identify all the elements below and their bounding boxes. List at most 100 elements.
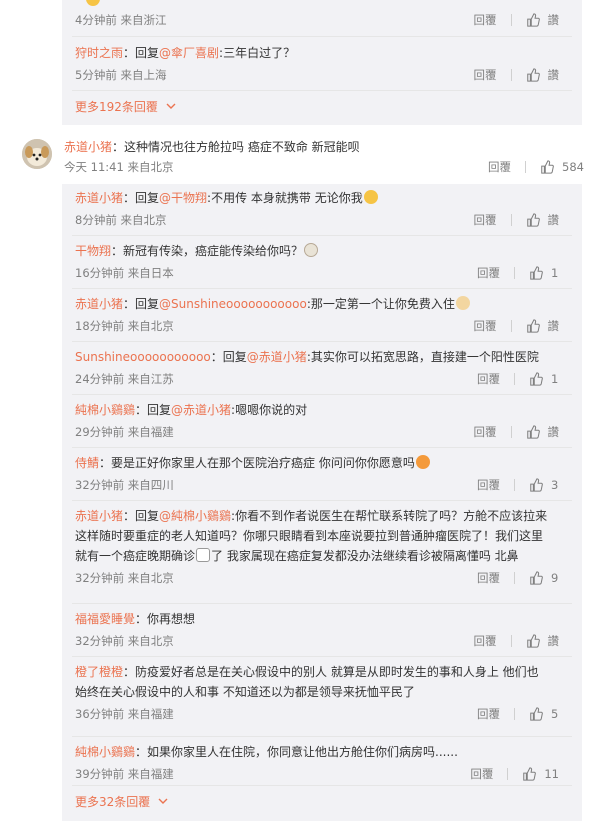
reply-button[interactable]: 回覆 [474, 65, 497, 85]
reply-content: 狩时之雨：回复@傘厂喜剧:三年白过了？ [75, 43, 569, 63]
reply-button[interactable]: 回覆 [477, 369, 500, 389]
like-count[interactable]: 3 [551, 475, 559, 495]
reply-actions: 回覆 讚 [474, 631, 560, 651]
thumbs-up-icon[interactable] [526, 634, 540, 648]
reply-content: 赤道小猪：回复@干物翔:不用传 本身就携带 无论你我 [75, 188, 569, 208]
thumbs-up-icon[interactable] [529, 266, 543, 280]
thumbs-up-icon[interactable] [526, 319, 540, 333]
reply-username[interactable]: 侍鯖 [75, 456, 99, 470]
divider [72, 603, 572, 604]
reply-timestamp: 32分钟前 来自四川 [75, 478, 174, 492]
main-comment: 赤道小猪：这种情况也往方舱拉吗 癌症不致命 新冠能呗 今天 11:41 来自北京… [0, 136, 598, 182]
thumbs-up-icon[interactable] [529, 372, 543, 386]
more-replies-link[interactable]: 更多32条回覆 [75, 793, 168, 810]
divider [514, 373, 515, 385]
mention-link[interactable]: @干物翔 [159, 191, 207, 205]
reply-actions: 回覆 3 [477, 475, 559, 495]
reply-button[interactable]: 回覆 [474, 10, 497, 30]
thumbs-up-icon[interactable] [529, 707, 543, 721]
reply-username[interactable]: 福福愛睡覺 [75, 612, 135, 626]
reply-username[interactable]: 純棉小鷄鷄 [75, 745, 135, 759]
like-count[interactable]: 讚 [548, 316, 560, 336]
reply-meta: 8分钟前 来自北京 回覆 讚 [75, 210, 569, 230]
avatar[interactable] [22, 139, 52, 169]
thumbs-up-icon[interactable] [526, 425, 540, 439]
reply-username[interactable]: Sunshineooooooooooo [75, 350, 211, 364]
thumbs-up-icon[interactable] [529, 571, 543, 585]
mention-link[interactable]: @純棉小鷄鷄 [159, 509, 231, 523]
divider [510, 426, 512, 438]
thumbs-up-icon[interactable] [522, 767, 537, 781]
reply-content: 橙了橙橙：防疫爱好者总是在关心假设中的别人 就算是从即时发生的事和人身上 他们也… [75, 662, 569, 702]
reply-button[interactable]: 回覆 [477, 568, 500, 588]
like-count[interactable]: 584 [562, 157, 584, 177]
reply-content: 侍鯖：要是正好你家里人在那个医院治疗癌症 你问问你你愿意吗 [75, 453, 569, 473]
reply-username[interactable]: 赤道小猪 [75, 297, 123, 311]
like-label[interactable]: 讚 [548, 65, 560, 85]
reply-meta: 32分钟前 来自北京 回覆 9 [75, 568, 569, 588]
comment-username[interactable]: 赤道小猪 [64, 140, 112, 154]
thumbs-up-icon[interactable] [540, 160, 554, 174]
reply-content: 福福愛睡覺：你再想想 [75, 609, 569, 629]
reply-username[interactable]: 干物翔 [75, 244, 111, 258]
reply-timestamp: 29分钟前 来自福建 [75, 425, 174, 439]
emoji-icon [196, 548, 211, 562]
mention-link[interactable]: @Sunshineooooooooooo [159, 297, 307, 311]
reply-timestamp: 32分钟前 来自北京 [75, 571, 174, 585]
thumbs-up-icon[interactable] [526, 13, 540, 27]
reply-button[interactable]: 回覆 [477, 704, 500, 724]
reply-actions: 回覆 5 [477, 704, 559, 724]
like-count[interactable]: 1 [551, 369, 559, 389]
reply-username[interactable]: 狩时之雨 [75, 46, 123, 60]
reply-button[interactable]: 回覆 [488, 157, 511, 177]
reply-content: 純棉小鷄鷄：如果你家里人在住院，你同意让他出方舱住你们病房吗...... [75, 742, 569, 762]
mention-link[interactable]: @赤道小猪 [247, 350, 307, 364]
reply-item: 侍鯖：要是正好你家里人在那个医院治疗癌症 你问问你你愿意吗 32分钟前 来自四川 回… [62, 453, 582, 495]
reply-button[interactable]: 回覆 [477, 475, 500, 495]
reply-timestamp: 36分钟前 来自福建 [75, 707, 174, 721]
reply-prefix: ：回复 [123, 191, 160, 205]
reply-button[interactable]: 回覆 [474, 210, 497, 230]
comment-timestamp: 今天 11:41 来自北京 [64, 160, 174, 174]
reply-actions: 回覆 1 [477, 369, 559, 389]
reply-meta: 36分钟前 来自福建 回覆 5 [75, 704, 569, 724]
reply-button[interactable]: 回覆 [470, 764, 493, 784]
reply-meta: 18分钟前 来自北京 回覆 讚 [75, 316, 569, 336]
thumbs-up-icon[interactable] [526, 68, 540, 82]
reply-actions: 回覆 1 [477, 263, 559, 283]
divider [514, 479, 515, 491]
like-count[interactable]: 1 [551, 263, 559, 283]
reply-username[interactable]: 橙了橙橙 [75, 665, 123, 679]
more-replies-link[interactable]: 更多192条回覆 [75, 98, 176, 115]
mention-link[interactable]: @赤道小猪 [171, 403, 231, 417]
reply-item: 干物翔：新冠有传染，癌症能传染给你吗？ 16分钟前 来自日本 回覆 1 [62, 241, 582, 283]
more-replies-label: 更多192条回覆 [75, 100, 158, 114]
like-count[interactable]: 讚 [548, 210, 560, 230]
like-count[interactable]: 讚 [548, 631, 560, 651]
reply-username[interactable]: 赤道小猪 [75, 509, 123, 523]
like-label[interactable]: 讚 [548, 10, 560, 30]
divider [514, 708, 515, 720]
mention-link[interactable]: @傘厂喜剧 [159, 46, 219, 60]
thumbs-up-icon[interactable] [529, 478, 543, 492]
reply-username[interactable]: 純棉小鷄鷄 [75, 403, 135, 417]
reply-timestamp: 32分钟前 来自北京 [75, 634, 174, 648]
reply-content: 純棉小鷄鷄：回复@赤道小猪:嗯嗯你说的对 [75, 400, 569, 420]
thumbs-up-icon[interactable] [526, 213, 540, 227]
reply-button[interactable]: 回覆 [474, 422, 497, 442]
reply-item: 赤道小猪：回复@純棉小鷄鷄:你看不到作者说医生在帮忙联系转院了吗？方舱不应该拉来… [62, 506, 582, 588]
reply-button[interactable]: 回覆 [477, 263, 500, 283]
reply-button[interactable]: 回覆 [474, 316, 497, 336]
like-count[interactable]: 讚 [548, 422, 560, 442]
reply-meta: 32分钟前 来自四川 回覆 3 [75, 475, 569, 495]
reply-actions: 回覆 讚 [474, 10, 560, 30]
reply-actions: 回覆 11 [470, 764, 559, 784]
reply-username[interactable]: 赤道小猪 [75, 191, 123, 205]
reply-actions: 回覆 9 [477, 568, 559, 588]
reply-button[interactable]: 回覆 [474, 631, 497, 651]
reply-content: 干物翔：新冠有传染，癌症能传染给你吗？ [75, 241, 569, 261]
replies-panel: 赤道小猪：回复@干物翔:不用传 本身就携带 无论你我 8分钟前 来自北京 回覆讚干物… [62, 184, 582, 821]
like-count[interactable]: 9 [551, 568, 559, 588]
like-count[interactable]: 11 [544, 764, 559, 784]
like-count[interactable]: 5 [551, 704, 559, 724]
